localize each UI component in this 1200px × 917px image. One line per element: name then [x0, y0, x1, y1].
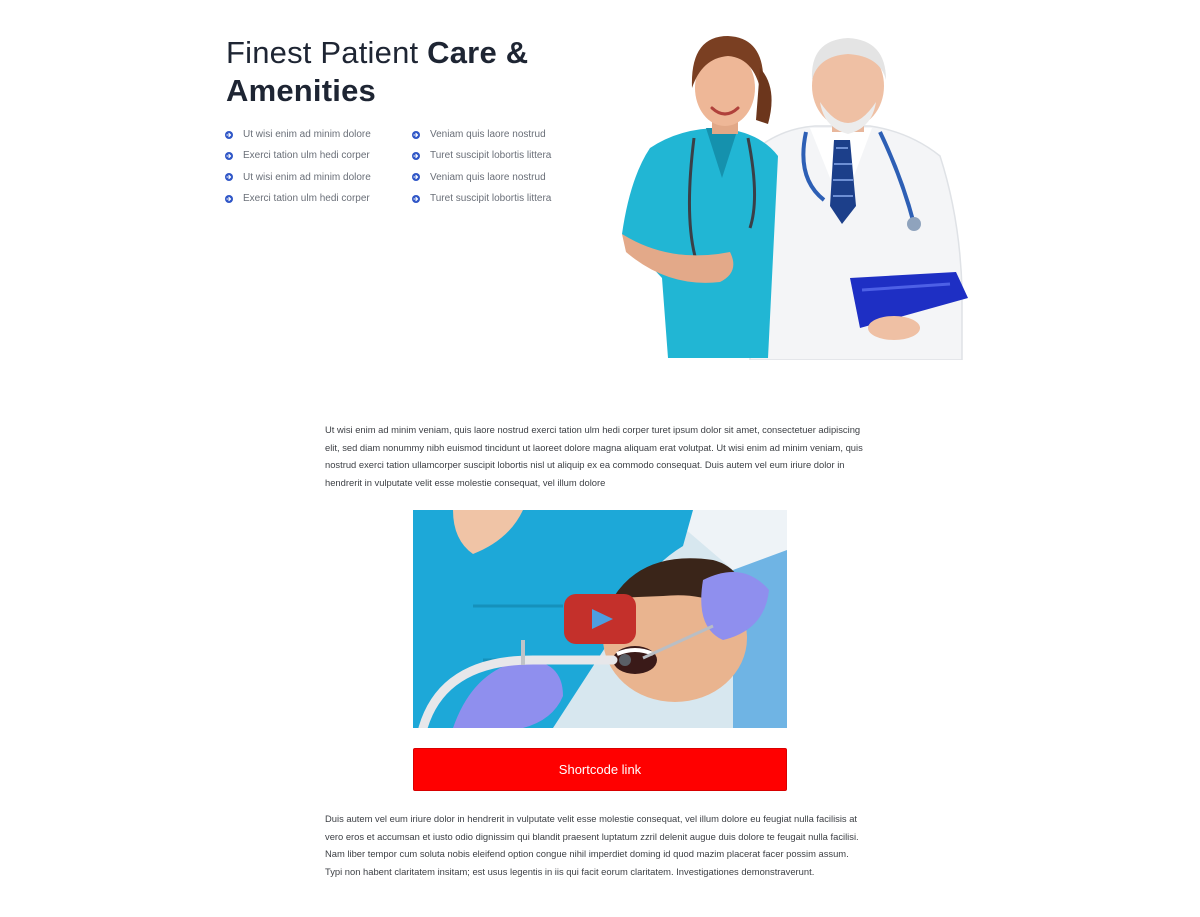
- feature-text: Turet suscipit lobortis littera: [430, 150, 552, 162]
- feature-text: Exerci tation ulm hedi corper: [243, 193, 370, 205]
- feature-item: Veniam quis laore nostrud: [412, 167, 551, 188]
- circle-arrow-right-icon: [412, 194, 420, 203]
- circle-arrow-right-icon: [412, 151, 420, 160]
- feature-list-left: Ut wisi enim ad minim dolore Exerci tati…: [225, 124, 371, 209]
- feature-list-right: Veniam quis laore nostrud Turet suscipit…: [412, 124, 551, 209]
- shortcode-link-button[interactable]: Shortcode link: [413, 748, 787, 791]
- video-player[interactable]: [413, 510, 787, 728]
- hero-title-light: Finest Patient: [226, 35, 428, 70]
- feature-text: Ut wisi enim ad minim dolore: [243, 129, 371, 141]
- feature-item: Exerci tation ulm hedi corper: [225, 188, 371, 209]
- feature-text: Ut wisi enim ad minim dolore: [243, 171, 371, 183]
- circle-arrow-right-icon: [225, 194, 233, 203]
- intro-paragraph: Ut wisi enim ad minim veniam, quis laore…: [325, 424, 863, 488]
- feature-item: Turet suscipit lobortis littera: [412, 145, 551, 166]
- circle-arrow-right-icon: [225, 173, 233, 182]
- feature-text: Veniam quis laore nostrud: [430, 171, 546, 183]
- feature-item: Exerci tation ulm hedi corper: [225, 145, 371, 166]
- feature-text: Turet suscipit lobortis littera: [430, 193, 552, 205]
- feature-item: Ut wisi enim ad minim dolore: [225, 124, 371, 145]
- feature-text: Veniam quis laore nostrud: [430, 129, 546, 141]
- hero-title: Finest Patient Care & Amenities: [226, 34, 606, 110]
- doctors-image: [622, 36, 968, 360]
- feature-item: Turet suscipit lobortis littera: [412, 188, 551, 209]
- feature-text: Exerci tation ulm hedi corper: [243, 150, 370, 162]
- feature-item: Veniam quis laore nostrud: [412, 124, 551, 145]
- play-icon[interactable]: [564, 594, 636, 644]
- body-paragraph: Duis autem vel eum iriure dolor in hendr…: [325, 813, 859, 877]
- circle-arrow-right-icon: [225, 130, 233, 139]
- circle-arrow-right-icon: [412, 173, 420, 182]
- circle-arrow-right-icon: [225, 151, 233, 160]
- feature-item: Ut wisi enim ad minim dolore: [225, 167, 371, 188]
- circle-arrow-right-icon: [412, 130, 420, 139]
